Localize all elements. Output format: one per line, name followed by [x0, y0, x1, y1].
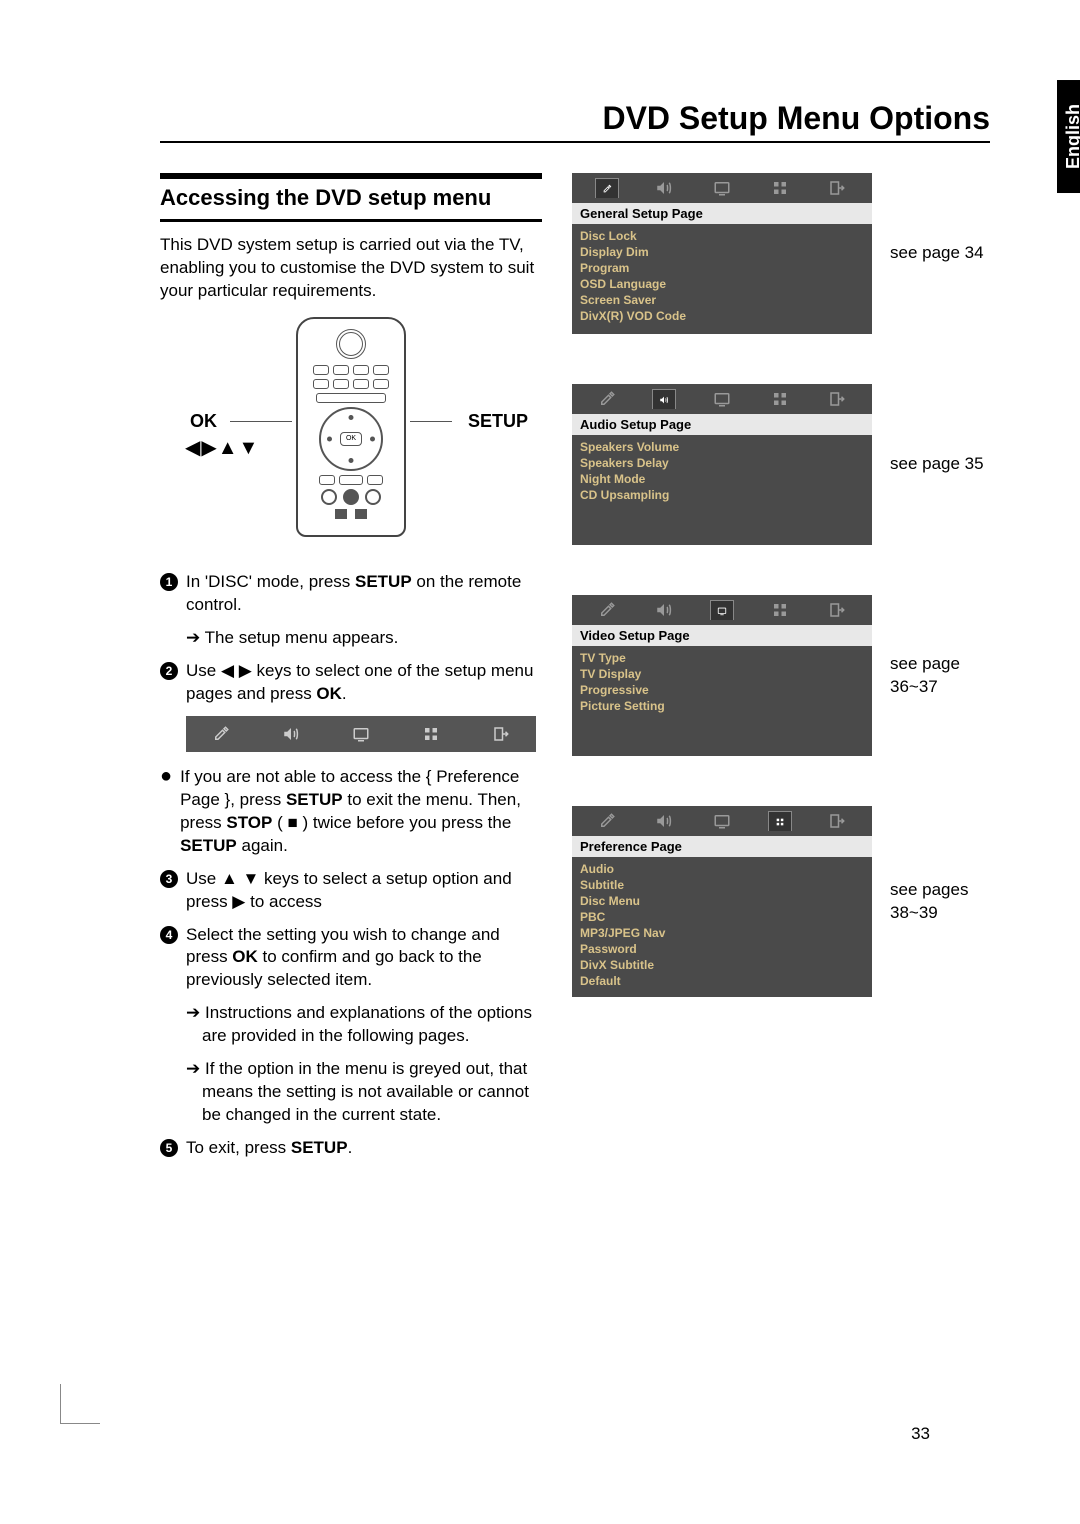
menu-screen: Preference PageAudioSubtitleDisc MenuPBC…	[572, 806, 872, 997]
menu-screen: Video Setup PageTV TypeTV DisplayProgres…	[572, 595, 872, 756]
setup-screen-block: Audio Setup PageSpeakers VolumeSpeakers …	[572, 384, 990, 545]
step-1: 1 In 'DISC' mode, press SETUP on the rem…	[160, 571, 542, 617]
step-number: 4	[160, 926, 178, 944]
exit-icon	[825, 811, 849, 831]
step-number: 3	[160, 870, 178, 888]
page-reference: see page 36~37	[890, 653, 990, 697]
remote-label-arrows: ◀▶▲▼	[185, 435, 259, 460]
tv-icon	[710, 811, 734, 831]
setup-screen-block: General Setup PageDisc LockDisplay DimPr…	[572, 173, 990, 334]
exit-icon	[825, 389, 849, 409]
step-2: 2 Use ◀ ▶ keys to select one of the setu…	[160, 660, 542, 706]
menu-item: Disc Lock	[580, 228, 864, 244]
language-tab: English	[1057, 80, 1080, 193]
menu-tabs	[572, 595, 872, 625]
step-1-note: The setup menu appears.	[176, 627, 542, 650]
speaker-icon	[652, 178, 676, 198]
menu-body: TV TypeTV DisplayProgressivePicture Sett…	[572, 646, 872, 756]
page-reference: see page 34	[890, 242, 990, 264]
speaker-icon	[652, 600, 676, 620]
settings-icon	[768, 389, 792, 409]
menu-header: Audio Setup Page	[572, 414, 872, 435]
remote-diagram: OK ◀▶▲▼ SETUP OK	[160, 317, 542, 557]
menu-item: Speakers Volume	[580, 439, 864, 455]
menu-item: Password	[580, 941, 864, 957]
tv-icon	[710, 178, 734, 198]
menu-item: PBC	[580, 909, 864, 925]
step-4-note-2: If the option in the menu is greyed out,…	[176, 1058, 542, 1127]
menu-item: CD Upsampling	[580, 487, 864, 503]
tv-icon	[349, 724, 373, 744]
menu-screen: Audio Setup PageSpeakers VolumeSpeakers …	[572, 384, 872, 545]
tools-icon	[209, 724, 233, 744]
tools-icon	[595, 178, 619, 198]
settings-icon	[768, 178, 792, 198]
speaker-icon	[652, 811, 676, 831]
menu-header: Video Setup Page	[572, 625, 872, 646]
menu-item: Audio	[580, 861, 864, 877]
menu-item: OSD Language	[580, 276, 864, 292]
tools-icon	[595, 811, 619, 831]
step-5: 5 To exit, press SETUP.	[160, 1137, 542, 1160]
remote-body: OK	[296, 317, 406, 537]
crop-mark	[60, 1384, 100, 1424]
tools-icon	[595, 389, 619, 409]
menu-item: TV Type	[580, 650, 864, 666]
menu-header: General Setup Page	[572, 203, 872, 224]
nav-tabs-strip-inline	[186, 716, 536, 752]
menu-item: Screen Saver	[580, 292, 864, 308]
exit-icon	[489, 724, 513, 744]
step-number: 2	[160, 662, 178, 680]
page-reference: see pages 38~39	[890, 879, 990, 923]
step-3: 3 Use ▲ ▼ keys to select a setup option …	[160, 868, 542, 914]
menu-body: Disc LockDisplay DimProgramOSD LanguageS…	[572, 224, 872, 334]
menu-tabs	[572, 384, 872, 414]
menu-item: Speakers Delay	[580, 455, 864, 471]
tv-icon	[710, 389, 734, 409]
bullet-note: ● If you are not able to access the { Pr…	[160, 766, 542, 858]
menu-item: Program	[580, 260, 864, 276]
step-number: 1	[160, 573, 178, 591]
tools-icon	[595, 600, 619, 620]
menu-item: Night Mode	[580, 471, 864, 487]
setup-screen-block: Preference PageAudioSubtitleDisc MenuPBC…	[572, 806, 990, 997]
menu-item: DivX(R) VOD Code	[580, 308, 864, 324]
menu-item: Display Dim	[580, 244, 864, 260]
menu-body: Speakers VolumeSpeakers DelayNight ModeC…	[572, 435, 872, 545]
intro-paragraph: This DVD system setup is carried out via…	[160, 234, 542, 303]
menu-header: Preference Page	[572, 836, 872, 857]
step-4: 4 Select the setting you wish to change …	[160, 924, 542, 993]
page-title: DVD Setup Menu Options	[160, 100, 990, 143]
menu-item: Picture Setting	[580, 698, 864, 714]
menu-item: MP3/JPEG Nav	[580, 925, 864, 941]
settings-icon	[768, 600, 792, 620]
speaker-icon	[279, 724, 303, 744]
speaker-icon	[652, 389, 676, 409]
callout-line	[410, 421, 452, 422]
tv-icon	[710, 600, 734, 620]
section-heading: Accessing the DVD setup menu	[160, 173, 542, 222]
callout-line	[230, 421, 292, 422]
settings-icon	[768, 811, 792, 831]
menu-body: AudioSubtitleDisc MenuPBCMP3/JPEG NavPas…	[572, 857, 872, 997]
remote-label-setup: SETUP	[468, 411, 528, 432]
menu-item: Progressive	[580, 682, 864, 698]
menu-item: Subtitle	[580, 877, 864, 893]
page-number: 33	[911, 1424, 930, 1444]
exit-icon	[825, 178, 849, 198]
setup-screen-block: Video Setup PageTV TypeTV DisplayProgres…	[572, 595, 990, 756]
menu-tabs	[572, 806, 872, 836]
step-number: 5	[160, 1139, 178, 1157]
menu-item: TV Display	[580, 666, 864, 682]
remote-label-ok: OK	[190, 411, 217, 432]
exit-icon	[825, 600, 849, 620]
settings-icon	[419, 724, 443, 744]
menu-item: Disc Menu	[580, 893, 864, 909]
menu-item: Default	[580, 973, 864, 989]
step-4-note-1: Instructions and explanations of the opt…	[176, 1002, 542, 1048]
menu-item: DivX Subtitle	[580, 957, 864, 973]
menu-screen: General Setup PageDisc LockDisplay DimPr…	[572, 173, 872, 334]
menu-tabs	[572, 173, 872, 203]
page-reference: see page 35	[890, 453, 990, 475]
